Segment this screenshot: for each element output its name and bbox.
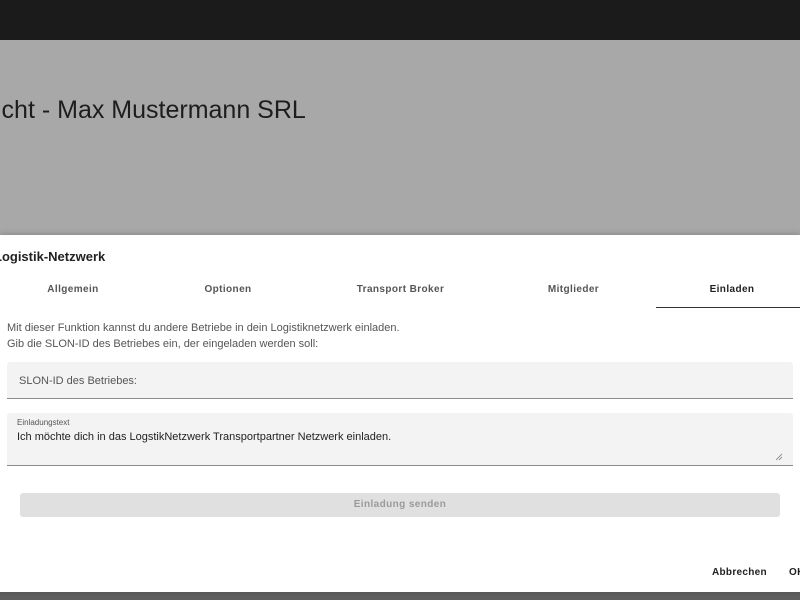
bottom-strip [0,592,800,600]
cancel-button[interactable]: Abbrechen [712,567,767,578]
tab-optionen[interactable]: Optionen [146,277,310,307]
tab-einladen[interactable]: Einladen [656,277,800,308]
resize-handle-icon[interactable] [775,453,783,461]
invitation-text-field: Einladungstext Ich möchte dich in das Lo… [7,413,793,466]
instructions-line-1: Mit dieser Funktion kannst du andere Bet… [7,322,400,334]
invite-instructions: Mit dieser Funktion kannst du andere Bet… [7,320,400,352]
logistics-network-dialog: Logistik-Netzwerk Allgemein Optionen Tra… [0,235,800,592]
dialog-tabs: Allgemein Optionen Transport Broker Mitg… [0,277,800,308]
invitation-text-input[interactable]: Ich möchte dich in das LogstikNetzwerk T… [17,431,785,461]
slon-id-input[interactable] [17,371,781,391]
ok-button[interactable]: OK [789,567,800,578]
tab-allgemein[interactable]: Allgemein [0,277,146,307]
top-app-bar [0,0,800,40]
invitation-text-label: Einladungstext [17,418,70,427]
send-invitation-button[interactable]: Einladung senden [20,493,780,517]
dialog-title: Logistik-Netzwerk [0,249,106,264]
tab-transport-broker[interactable]: Transport Broker [310,277,491,307]
page-title: icht - Max Mustermann SRL [0,96,306,124]
instructions-line-2: Gib die SLON-ID des Betriebes ein, der e… [7,338,319,350]
tab-mitglieder[interactable]: Mitglieder [491,277,656,307]
slon-id-field [7,362,793,399]
